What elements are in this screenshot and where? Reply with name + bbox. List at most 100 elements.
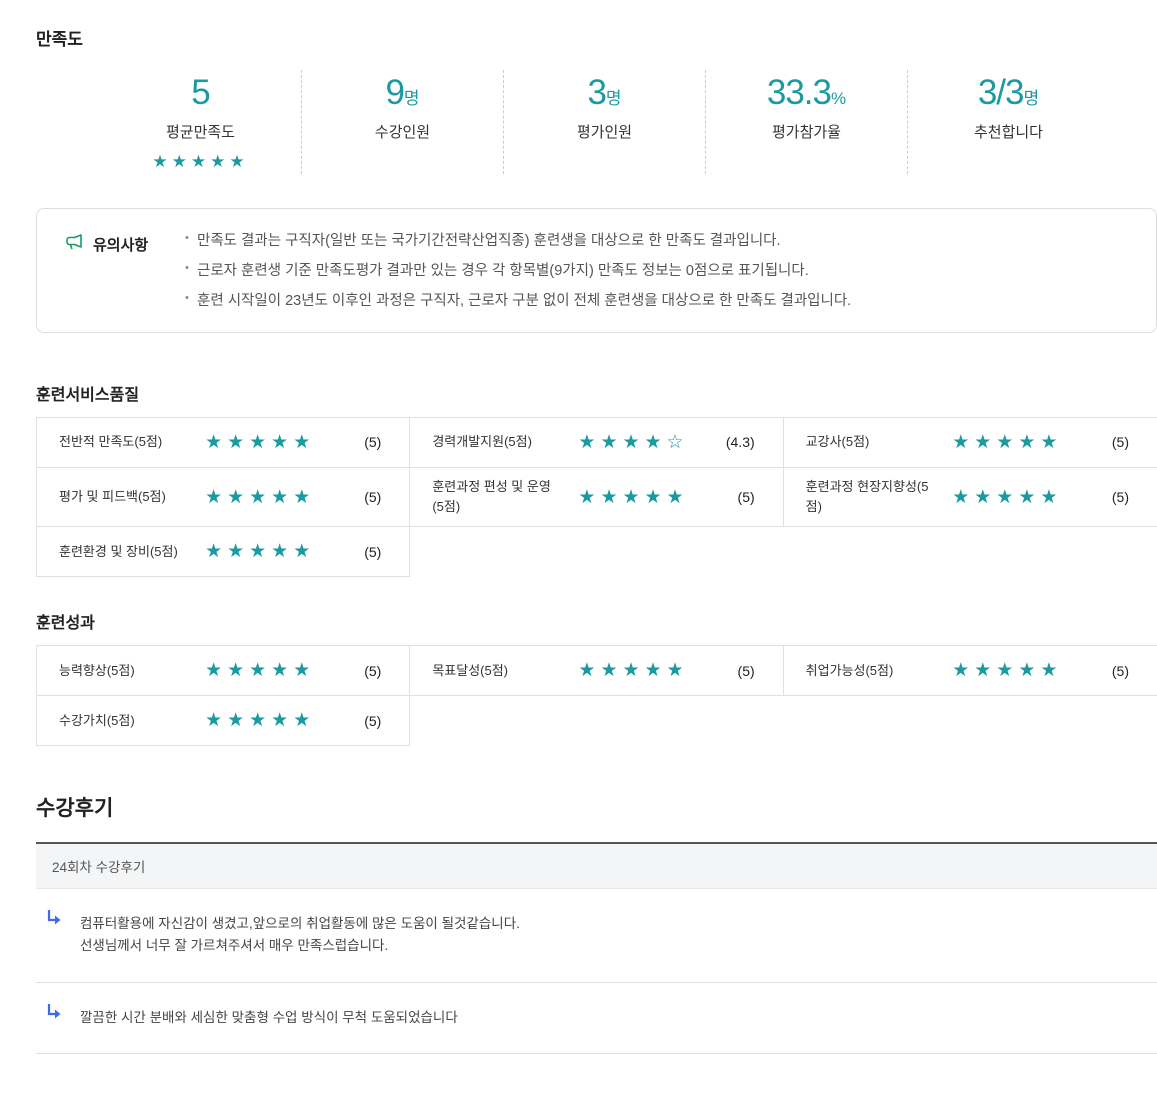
rating-score: (5) xyxy=(1079,663,1129,679)
megaphone-icon xyxy=(65,232,85,257)
rating-cell: 평가 및 피드백(5점) ★★★★★ (5) xyxy=(37,468,410,527)
rating-label: 수강가치(5점) xyxy=(59,711,189,731)
stats-row: 5 평균만족도 ★★★★★ 9명 수강인원 3명 평가인원 33.3% xyxy=(100,70,1109,174)
rating-score: (5) xyxy=(331,489,381,505)
rating-cell: 훈련과정 편성 및 운영(5점) ★★★★★ (5) xyxy=(410,468,783,527)
rating-cell: 경력개발지원(5점) ★★★★☆ (4.3) xyxy=(410,418,783,468)
stat-enrolled-count: 9명 수강인원 xyxy=(301,70,503,174)
rating-cell: 교강사(5점) ★★★★★ (5) xyxy=(784,418,1157,468)
rating-cell: 전반적 만족도(5점) ★★★★★ (5) xyxy=(37,418,410,468)
stat-number: 5 xyxy=(191,73,209,112)
star-rating-icons: ★★★★★ xyxy=(189,659,331,682)
rating-label: 전반적 만족도(5점) xyxy=(59,432,189,452)
rating-label: 목표달성(5점) xyxy=(432,661,562,681)
star-rating-icons: ★★★★★ xyxy=(936,486,1079,509)
star-rating-icons: ★★★★★ xyxy=(936,659,1079,682)
stat-participation-rate: 33.3% 평가참가율 xyxy=(705,70,907,174)
stat-unit: 명 xyxy=(404,89,420,108)
star-rating-icons: ★★★★★ xyxy=(189,486,331,509)
stat-value: 3명 xyxy=(587,74,621,113)
notice-box: 유의사항 만족도 결과는 구직자(일반 또는 국가기간전략산업직종) 훈련생을 … xyxy=(36,208,1157,333)
reply-arrow-icon xyxy=(46,909,63,931)
rating-label: 교강사(5점) xyxy=(806,432,936,452)
rating-cell: 목표달성(5점) ★★★★★ (5) xyxy=(410,646,783,696)
stat-value: 5 xyxy=(191,74,209,113)
outcomes-rating-table: 능력향상(5점) ★★★★★ (5) 목표달성(5점) ★★★★★ (5) 취업… xyxy=(36,645,1157,746)
rating-label: 훈련환경 및 장비(5점) xyxy=(59,542,189,562)
rating-score: (5) xyxy=(705,489,755,505)
reviews-box: 24회차 수강후기 컴퓨터활용에 자신감이 생겼고,앞으로의 취업활동에 많은 … xyxy=(36,842,1157,1054)
star-rating-icons: ★★★★★ xyxy=(152,152,248,172)
rating-cell: 능력향상(5점) ★★★★★ (5) xyxy=(37,646,410,696)
stat-label: 평가참가율 xyxy=(772,121,841,142)
course-satisfaction-page: 만족도 5 평균만족도 ★★★★★ 9명 수강인원 3명 평가인원 xyxy=(0,0,1157,1094)
satisfaction-section-title: 만족도 xyxy=(36,25,1157,50)
stat-label: 추천합니다 xyxy=(974,121,1043,142)
rating-cell: 훈련환경 및 장비(5점) ★★★★★ (5) xyxy=(37,527,410,577)
stat-number: 3/3 xyxy=(978,73,1024,112)
stat-value: 3/3명 xyxy=(978,74,1039,113)
stat-label: 평균만족도 xyxy=(166,121,235,142)
rating-label: 능력향상(5점) xyxy=(59,661,189,681)
rating-cell: 수강가치(5점) ★★★★★ (5) xyxy=(37,696,410,746)
stat-unit: 명 xyxy=(606,89,622,108)
star-rating-icons: ★★★★☆ xyxy=(562,431,704,454)
reviews-section-title: 수강후기 xyxy=(36,792,1157,822)
table-row: 전반적 만족도(5점) ★★★★★ (5) 경력개발지원(5점) ★★★★☆ (… xyxy=(37,418,1157,468)
review-item: 컴퓨터활용에 자신감이 생겼고,앞으로의 취업활동에 많은 도움이 될것같습니다… xyxy=(36,889,1157,983)
star-rating-icons: ★★★★★ xyxy=(189,709,331,732)
stat-value: 9명 xyxy=(385,74,419,113)
star-rating-icons: ★★★★★ xyxy=(936,431,1079,454)
review-round-header: 24회차 수강후기 xyxy=(36,844,1157,889)
stat-unit: 명 xyxy=(1024,89,1040,108)
reply-arrow-icon xyxy=(46,1003,63,1025)
review-text: 컴퓨터활용에 자신감이 생겼고,앞으로의 취업활동에 많은 도움이 될것같습니다… xyxy=(80,913,1137,958)
stat-evaluated-count: 3명 평가인원 xyxy=(503,70,705,174)
rating-label: 경력개발지원(5점) xyxy=(432,432,562,452)
star-rating-icons: ★★★★★ xyxy=(189,431,331,454)
rating-score: (5) xyxy=(331,544,381,560)
quality-rating-table: 전반적 만족도(5점) ★★★★★ (5) 경력개발지원(5점) ★★★★☆ (… xyxy=(36,417,1157,577)
review-text: 깔끔한 시간 분배와 세심한 맞춤형 수업 방식이 무척 도움되었습니다 xyxy=(80,1007,1137,1029)
notice-header: 유의사항 xyxy=(65,232,185,257)
rating-label: 취업가능성(5점) xyxy=(806,661,936,681)
notice-list: 만족도 결과는 구직자(일반 또는 국가기간전략산업직종) 훈련생을 대상으로 … xyxy=(185,226,851,317)
rating-label: 훈련과정 현장지향성(5점) xyxy=(806,477,936,517)
rating-score: (4.3) xyxy=(705,434,755,450)
table-row: 평가 및 피드백(5점) ★★★★★ (5) 훈련과정 편성 및 운영(5점) … xyxy=(37,468,1157,527)
notice-item: 근로자 훈련생 기준 만족도평가 결과만 있는 경우 각 항목별(9가지) 만족… xyxy=(185,256,851,286)
stat-number: 33.3 xyxy=(767,73,831,112)
rating-cell: 취업가능성(5점) ★★★★★ (5) xyxy=(784,646,1157,696)
rating-score: (5) xyxy=(331,713,381,729)
notice-title: 유의사항 xyxy=(93,234,148,255)
stat-number: 3 xyxy=(587,73,605,112)
rating-score: (5) xyxy=(331,434,381,450)
stat-number: 9 xyxy=(385,73,403,112)
stat-value: 33.3% xyxy=(767,74,846,113)
table-row: 능력향상(5점) ★★★★★ (5) 목표달성(5점) ★★★★★ (5) 취업… xyxy=(37,646,1157,696)
outcomes-section-title: 훈련성과 xyxy=(36,609,1157,633)
star-rating-icons: ★★★★★ xyxy=(562,659,704,682)
stat-average-score: 5 평균만족도 ★★★★★ xyxy=(100,70,301,174)
rating-score: (5) xyxy=(705,663,755,679)
empty-cell xyxy=(784,527,1157,577)
star-rating-icons: ★★★★★ xyxy=(189,540,331,563)
stat-label: 평가인원 xyxy=(577,121,632,142)
stat-recommend-count: 3/3명 추천합니다 xyxy=(907,70,1109,174)
quality-section-title: 훈련서비스품질 xyxy=(36,381,1157,405)
rating-score: (5) xyxy=(331,663,381,679)
star-rating-icons: ★★★★★ xyxy=(562,486,704,509)
rating-score: (5) xyxy=(1079,434,1129,450)
rating-cell: 훈련과정 현장지향성(5점) ★★★★★ (5) xyxy=(784,468,1157,527)
notice-item: 만족도 결과는 구직자(일반 또는 국가기간전략산업직종) 훈련생을 대상으로 … xyxy=(185,226,851,256)
stat-unit: % xyxy=(831,89,846,108)
empty-cell xyxy=(784,696,1157,746)
empty-cell xyxy=(410,527,783,577)
empty-cell xyxy=(410,696,783,746)
review-item: 깔끔한 시간 분배와 세심한 맞춤형 수업 방식이 무척 도움되었습니다 xyxy=(36,983,1157,1054)
table-row: 훈련환경 및 장비(5점) ★★★★★ (5) xyxy=(37,527,1157,577)
rating-label: 평가 및 피드백(5점) xyxy=(59,487,189,507)
rating-score: (5) xyxy=(1079,489,1129,505)
table-row: 수강가치(5점) ★★★★★ (5) xyxy=(37,696,1157,746)
stat-label: 수강인원 xyxy=(375,121,430,142)
